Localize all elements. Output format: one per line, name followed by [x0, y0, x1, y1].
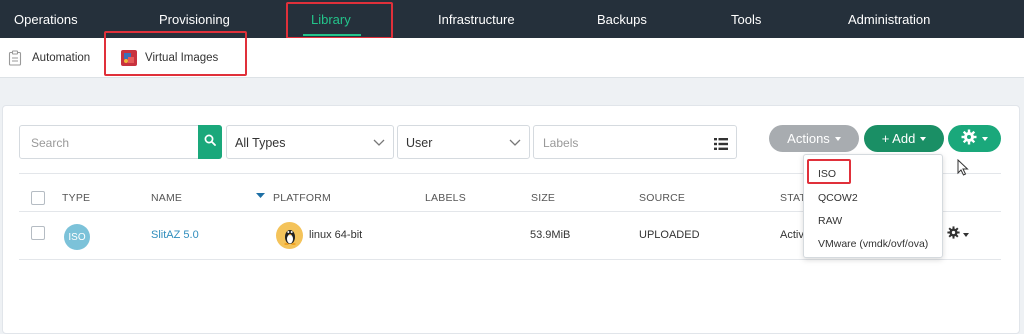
size-value: 53.9MiB [530, 229, 571, 241]
search-button[interactable] [198, 125, 222, 159]
nav-library[interactable]: Library [311, 0, 351, 38]
select-all-checkbox[interactable] [31, 191, 45, 205]
mouse-cursor-icon [957, 159, 969, 176]
gear-icon [947, 226, 960, 244]
col-header-source[interactable]: SOURCE [639, 192, 685, 204]
add-dropdown-menu: ISO QCOW2 RAW VMware (vmdk/ovf/ova) [803, 154, 943, 258]
caret-down-icon [920, 136, 927, 141]
iso-type-badge: ISO [64, 224, 90, 250]
col-header-platform[interactable]: PLATFORM [273, 192, 331, 204]
linux-penguin-icon [276, 222, 303, 249]
image-name-link[interactable]: SlitAZ 5.0 [151, 229, 199, 241]
subnav-automation-label: Automation [32, 52, 91, 64]
row-checkbox[interactable] [31, 226, 45, 240]
type-select-value: All Types [235, 136, 286, 150]
menu-item-raw[interactable]: RAW [818, 215, 842, 227]
subnav-automation[interactable]: Automation [8, 38, 90, 78]
gear-icon [961, 129, 977, 148]
nav-administration[interactable]: Administration [848, 0, 930, 38]
chevron-down-icon [509, 139, 521, 146]
type-select[interactable]: All Types [226, 125, 394, 159]
subnav-virtual-images-label: Virtual Images [145, 52, 219, 64]
owner-select[interactable]: User [397, 125, 530, 159]
labels-filter[interactable]: Labels [533, 125, 737, 159]
col-header-name[interactable]: NAME [151, 192, 182, 204]
source-value: UPLOADED [639, 229, 700, 241]
search-placeholder: Search [31, 136, 70, 150]
caret-down-icon [982, 136, 988, 141]
search-icon [204, 133, 216, 151]
menu-item-qcow2[interactable]: QCOW2 [818, 192, 858, 204]
col-header-type[interactable]: TYPE [62, 192, 90, 204]
active-tab-indicator [303, 34, 361, 36]
search-input[interactable]: Search [19, 125, 222, 159]
col-header-labels[interactable]: LABELS [425, 192, 466, 204]
caret-down-icon [834, 136, 841, 141]
platform-value: linux 64-bit [309, 229, 363, 241]
menu-item-iso[interactable]: ISO [818, 168, 836, 180]
labels-placeholder: Labels [543, 136, 579, 150]
sort-desc-icon[interactable] [256, 193, 265, 199]
nav-operations[interactable]: Operations [14, 0, 78, 38]
owner-select-value: User [406, 136, 433, 150]
row-actions-menu[interactable] [947, 226, 969, 244]
menu-item-vmware[interactable]: VMware (vmdk/ovf/ova) [818, 238, 928, 250]
actions-label: Actions [787, 131, 830, 146]
settings-button[interactable] [948, 125, 1001, 152]
virtual-image-icon [121, 50, 137, 66]
nav-tools[interactable]: Tools [731, 0, 761, 38]
nav-provisioning[interactable]: Provisioning [159, 0, 230, 38]
subnav-virtual-images[interactable]: Virtual Images [121, 38, 218, 78]
chevron-down-icon [373, 139, 385, 146]
top-nav: Operations Provisioning Library Infrastr… [0, 0, 1024, 38]
col-header-size[interactable]: SIZE [531, 192, 555, 204]
nav-backups[interactable]: Backups [597, 0, 647, 38]
sub-nav: Automation Virtual Images [0, 38, 1024, 78]
add-button[interactable]: + Add [864, 125, 944, 152]
actions-button[interactable]: Actions [769, 125, 859, 152]
table-row-border [19, 259, 1001, 260]
caret-down-icon [963, 233, 969, 237]
clipboard-icon [8, 50, 24, 66]
nav-infrastructure[interactable]: Infrastructure [438, 0, 515, 38]
add-label: + Add [881, 131, 916, 146]
list-icon[interactable] [714, 137, 728, 155]
